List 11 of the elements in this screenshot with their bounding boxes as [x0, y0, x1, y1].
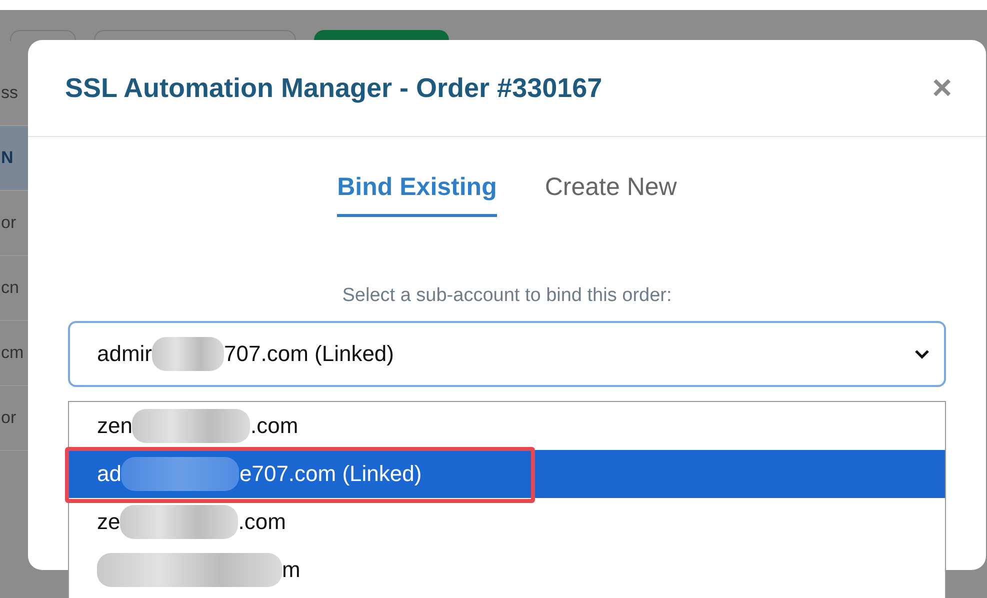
- field-label: Select a sub-account to bind this order:: [342, 285, 672, 307]
- chevron-icon: [914, 349, 930, 359]
- dropdown-option[interactable]: ad e707.com (Linked): [69, 450, 945, 498]
- dropdown-option[interactable]: ze .com: [69, 498, 945, 546]
- dropdown-option[interactable]: m: [69, 546, 945, 594]
- tab[interactable]: Create New: [544, 173, 677, 217]
- dropdown-option[interactable]: zen .com: [69, 402, 945, 450]
- tab[interactable]: Bind Existing: [337, 173, 497, 217]
- background-text: N: [0, 126, 28, 191]
- account-select[interactable]: admir 707.com (Linked): [68, 321, 946, 387]
- dialog-title: SSL Automation Manager - Order #330167: [65, 72, 602, 104]
